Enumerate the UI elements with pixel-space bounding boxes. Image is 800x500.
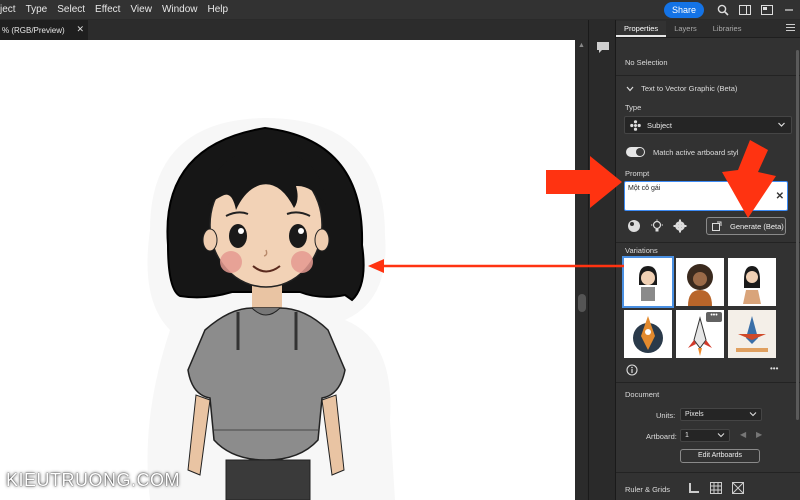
selection-status: No Selection bbox=[625, 58, 668, 67]
divider bbox=[616, 75, 800, 76]
menu-view[interactable]: View bbox=[125, 0, 157, 20]
document-tab[interactable]: % (RGB/Preview) ✕ bbox=[0, 20, 88, 40]
variation-thumbnail[interactable]: ••• bbox=[676, 310, 724, 358]
menu-select[interactable]: Select bbox=[52, 0, 90, 20]
variation-thumbnail[interactable] bbox=[728, 258, 776, 306]
canvas-vertical-scrollbar[interactable]: ▲ bbox=[577, 40, 587, 500]
ruler-grids-label: Ruler & Grids bbox=[625, 485, 671, 494]
variations-label: Variations bbox=[625, 246, 658, 255]
artboard-value: 1 bbox=[685, 432, 689, 439]
watermark-text: KIEUTRUONG.COM bbox=[6, 470, 181, 490]
scroll-up-icon[interactable]: ▲ bbox=[578, 42, 585, 49]
units-dropdown[interactable]: Pixels bbox=[680, 408, 762, 421]
menu-items: ject Type Select Effect View Window Help bbox=[0, 0, 233, 20]
menu-bar-right: Share bbox=[663, 0, 800, 20]
divider bbox=[616, 242, 800, 243]
menu-help[interactable]: Help bbox=[203, 0, 234, 20]
comment-icon[interactable] bbox=[593, 38, 613, 56]
artboard-label: Artboard: bbox=[646, 432, 677, 441]
more-options-icon[interactable]: ••• bbox=[770, 364, 778, 373]
scroll-thumb[interactable] bbox=[578, 294, 586, 312]
divider bbox=[616, 472, 800, 473]
tab-libraries[interactable]: Libraries bbox=[705, 21, 750, 37]
chevron-down-icon bbox=[778, 122, 785, 127]
subject-icon bbox=[630, 119, 641, 131]
tab-properties[interactable]: Properties bbox=[616, 21, 667, 37]
pixel-grid-icon[interactable] bbox=[732, 482, 744, 494]
variation-thumbnail[interactable] bbox=[622, 256, 674, 308]
panel-scroll-thumb[interactable] bbox=[796, 50, 799, 420]
style-picker-icon[interactable] bbox=[627, 219, 641, 233]
section-header[interactable]: Text to Vector Graphic (Beta) bbox=[626, 84, 796, 93]
close-icon[interactable]: ✕ bbox=[76, 24, 84, 35]
info-icon[interactable] bbox=[626, 364, 638, 376]
bulb-icon[interactable] bbox=[650, 219, 664, 233]
chevron-down-icon bbox=[626, 86, 634, 92]
gear-icon[interactable] bbox=[673, 219, 687, 233]
chevron-down-icon bbox=[749, 412, 757, 417]
document-label: Document bbox=[625, 390, 660, 399]
edit-artboards-button[interactable]: Edit Artboards bbox=[680, 449, 760, 463]
share-button[interactable]: Share bbox=[663, 2, 704, 18]
menu-type[interactable]: Type bbox=[21, 0, 53, 20]
chevron-down-icon bbox=[717, 433, 725, 438]
type-label: Type bbox=[625, 103, 642, 112]
tab-layers[interactable]: Layers bbox=[666, 21, 705, 37]
panel-scrollbar[interactable] bbox=[795, 40, 800, 420]
type-value: Subject bbox=[647, 120, 673, 130]
menu-bar: ject Type Select Effect View Window Help… bbox=[0, 0, 800, 20]
clear-prompt-icon[interactable]: ✕ bbox=[776, 191, 784, 202]
prompt-label: Prompt bbox=[625, 169, 650, 178]
workspace-icon[interactable] bbox=[734, 0, 756, 20]
generate-button[interactable]: Generate (Beta) bbox=[706, 217, 786, 235]
panel-tab-row: Properties Layers Libraries bbox=[616, 20, 800, 38]
panel-menu-icon[interactable] bbox=[786, 24, 795, 32]
match-style-toggle[interactable] bbox=[626, 147, 645, 157]
artboard-canvas[interactable]: KIEUTRUONG.COM bbox=[0, 40, 575, 500]
properties-panel: Properties Layers Libraries No Selection… bbox=[616, 20, 800, 500]
document-tab-title: % (RGB/Preview) bbox=[2, 25, 65, 35]
grid-icon[interactable] bbox=[710, 482, 722, 494]
artboard-dropdown[interactable]: 1 bbox=[680, 429, 730, 442]
panel-icon-strip bbox=[588, 20, 616, 500]
section-title: Text to Vector Graphic (Beta) bbox=[641, 84, 738, 93]
type-dropdown[interactable]: Subject bbox=[624, 116, 792, 134]
prompt-value: Một cô gái bbox=[628, 185, 661, 192]
previous-artboard-icon[interactable]: ◀ bbox=[740, 430, 746, 439]
illustrator-window: ject Type Select Effect View Window Help… bbox=[0, 0, 800, 500]
prompt-input[interactable]: Một cô gái ✕ bbox=[624, 181, 788, 211]
divider bbox=[616, 382, 800, 383]
girl-illustration bbox=[147, 118, 395, 500]
units-value: Pixels bbox=[685, 411, 704, 418]
units-label: Units: bbox=[656, 411, 676, 420]
menu-window[interactable]: Window bbox=[157, 0, 203, 20]
arrange-icon[interactable] bbox=[756, 0, 778, 20]
next-artboard-icon[interactable]: ▶ bbox=[756, 430, 762, 439]
search-icon[interactable] bbox=[712, 0, 734, 20]
match-style-label: Match active artboard styl bbox=[653, 148, 739, 157]
menu-effect[interactable]: Effect bbox=[90, 0, 125, 20]
generate-label: Generate (Beta) bbox=[730, 221, 784, 231]
variation-thumbnail[interactable] bbox=[728, 310, 776, 358]
ruler-icon[interactable] bbox=[688, 482, 700, 494]
document-tab-bar: % (RGB/Preview) ✕ bbox=[0, 20, 588, 40]
variation-thumbnail[interactable] bbox=[676, 258, 724, 306]
variation-thumbnail[interactable] bbox=[624, 310, 672, 358]
variation-more-icon[interactable]: ••• bbox=[706, 312, 722, 322]
minimize-icon[interactable] bbox=[778, 0, 800, 20]
generate-icon bbox=[712, 221, 722, 231]
menu-object[interactable]: ject bbox=[0, 0, 21, 20]
